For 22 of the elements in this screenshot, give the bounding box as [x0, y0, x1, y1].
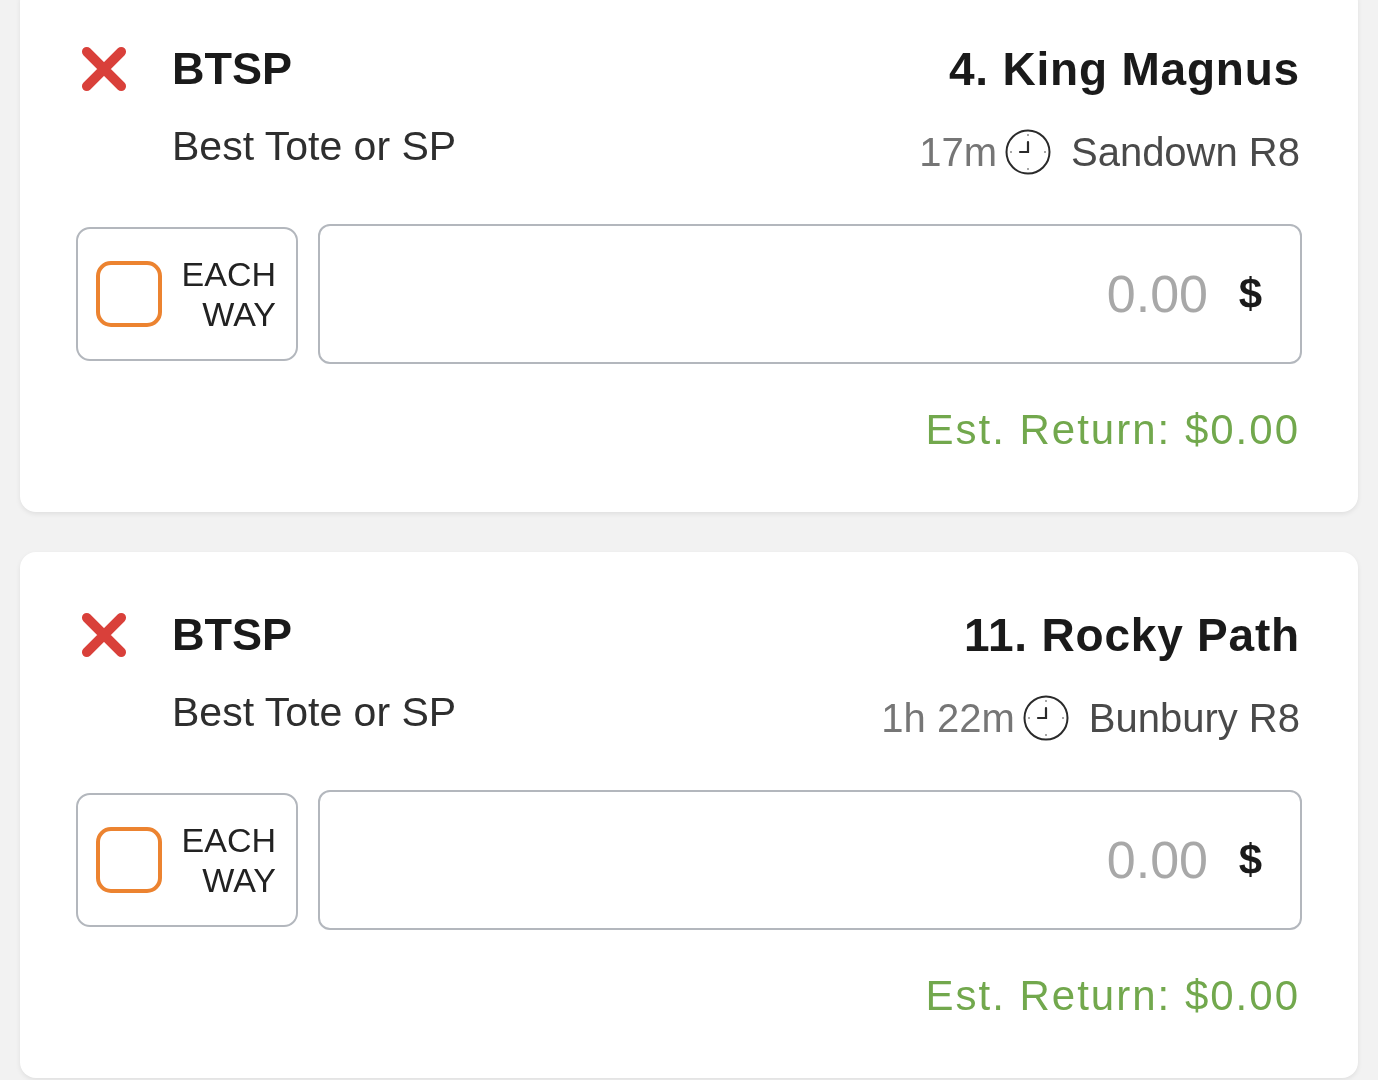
estimated-return: Est. Return: $0.00 [925, 971, 1301, 1021]
race-venue: Bunbury R8 [1088, 695, 1300, 742]
checkbox[interactable] [96, 261, 162, 327]
estimated-return: Est. Return: $0.00 [925, 405, 1301, 455]
currency-symbol: $ [1238, 270, 1262, 318]
bet-type: BTSP [172, 608, 292, 662]
clock-icon [1022, 695, 1069, 741]
close-icon[interactable] [80, 46, 128, 92]
race-venue: Sandown R8 [1070, 129, 1300, 176]
runner-name: 11. Rocky Path [964, 608, 1300, 662]
clock-icon [1004, 129, 1051, 175]
each-way-button[interactable]: EACH WAY [76, 227, 298, 361]
bet-type: BTSP [172, 42, 292, 96]
currency-symbol: $ [1238, 836, 1262, 884]
bet-type-description: Best Tote or SP [172, 688, 457, 736]
time-to-start: 17m [919, 129, 997, 176]
bet-type-description: Best Tote or SP [172, 122, 457, 170]
close-icon[interactable] [80, 612, 128, 658]
time-to-start: 1h 22m [881, 695, 1015, 742]
runner-name: 4. King Magnus [948, 42, 1300, 96]
checkbox[interactable] [96, 827, 162, 893]
each-way-button[interactable]: EACH WAY [76, 793, 298, 927]
